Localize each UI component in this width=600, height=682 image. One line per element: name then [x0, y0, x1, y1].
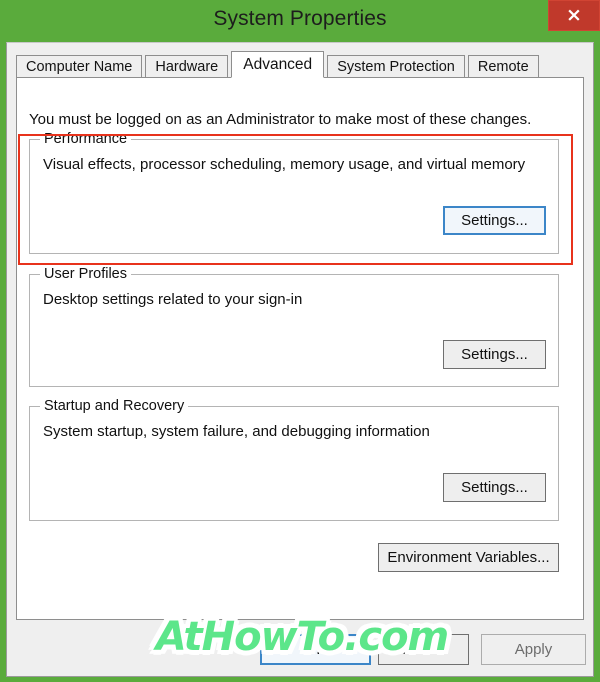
title-bar: System Properties ×: [0, 0, 600, 42]
tab-label: Hardware: [155, 59, 219, 75]
window-title: System Properties: [213, 7, 387, 30]
tab-label: Remote: [477, 59, 529, 75]
group-performance-legend: Performance: [40, 131, 132, 147]
ok-button[interactable]: OK: [260, 634, 371, 665]
tab-hardware[interactable]: Hardware: [145, 55, 229, 78]
tab-remote[interactable]: Remote: [467, 55, 539, 78]
button-label: Apply: [514, 641, 553, 658]
tab-label: Advanced: [243, 56, 313, 73]
tab-advanced[interactable]: Advanced: [231, 51, 325, 78]
button-label: OK: [304, 641, 327, 658]
apply-button[interactable]: Apply: [481, 634, 586, 665]
button-label: Environment Variables...: [387, 549, 550, 566]
dialog-client-area: Computer Name Hardware Advanced System P…: [6, 42, 594, 677]
button-label: Settings...: [461, 212, 528, 229]
tab-label: System Protection: [337, 59, 455, 75]
performance-settings-button[interactable]: Settings...: [443, 206, 546, 235]
button-label: Settings...: [461, 479, 528, 496]
close-button[interactable]: ×: [548, 0, 600, 31]
button-label: Cancel: [400, 641, 447, 658]
environment-variables-button[interactable]: Environment Variables...: [378, 543, 559, 572]
close-icon: ×: [566, 4, 582, 26]
user-profiles-settings-button[interactable]: Settings...: [443, 340, 546, 369]
group-performance-description: Visual effects, processor scheduling, me…: [43, 156, 526, 173]
button-label: Settings...: [461, 346, 528, 363]
startup-recovery-settings-button[interactable]: Settings...: [443, 473, 546, 502]
tab-label: Computer Name: [26, 59, 133, 75]
group-startup-recovery-legend: Startup and Recovery: [40, 398, 189, 414]
group-startup-recovery-description: System startup, system failure, and debu…: [43, 423, 430, 440]
group-performance: Performance Visual effects, processor sc…: [29, 131, 559, 254]
group-user-profiles-description: Desktop settings related to your sign-in: [43, 291, 303, 308]
tab-computer-name[interactable]: Computer Name: [16, 55, 143, 78]
cancel-button[interactable]: Cancel: [378, 634, 469, 665]
tab-strip: Computer Name Hardware Advanced System P…: [16, 51, 584, 78]
dialog-button-bar: OK Cancel Apply: [7, 633, 586, 667]
group-user-profiles-legend: User Profiles: [40, 266, 131, 282]
administrator-note: You must be logged on as an Administrato…: [29, 111, 532, 128]
tab-system-protection[interactable]: System Protection: [327, 55, 465, 78]
system-properties-window: System Properties × Computer Name Hardwa…: [0, 0, 600, 682]
group-user-profiles: User Profiles Desktop settings related t…: [29, 266, 559, 387]
group-startup-recovery: Startup and Recovery System startup, sys…: [29, 398, 559, 521]
